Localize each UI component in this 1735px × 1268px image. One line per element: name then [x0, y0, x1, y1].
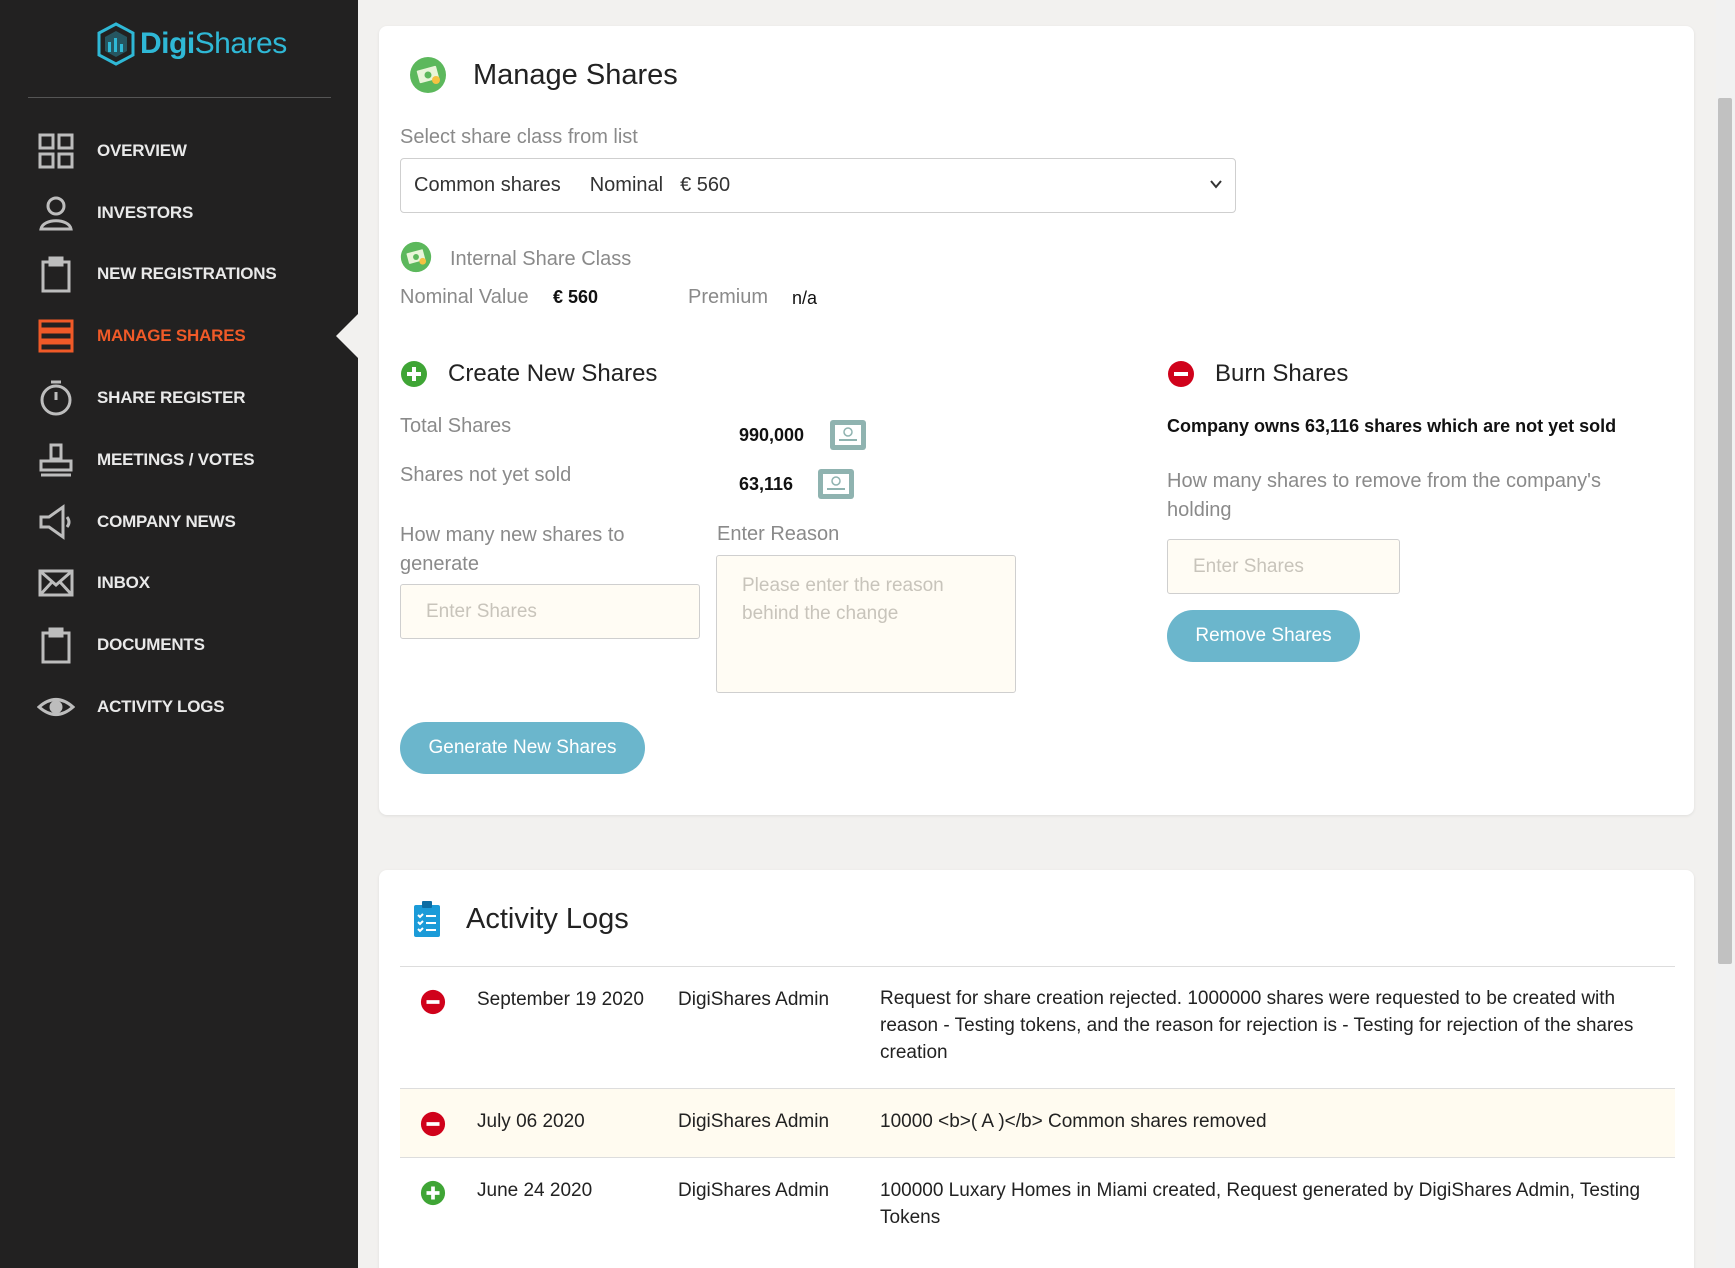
sidebar-item-label: MANAGE SHARES [97, 326, 246, 346]
premium-value: n/a [792, 288, 818, 308]
sidebar: DigiShares OVERVIEW INVESTORS NEW REGIST… [0, 0, 358, 1268]
stamp-icon [37, 441, 75, 479]
select-class-name: Common shares [414, 174, 561, 196]
sidebar-item-inbox[interactable]: INBOX [0, 553, 358, 615]
new-shares-label: How many new shares to generate [400, 524, 625, 575]
select-label: Select share class from list [400, 126, 638, 148]
create-shares-header: Create New Shares [400, 360, 657, 388]
page-scrollbar[interactable] [1716, 0, 1735, 1268]
share-class-name: Internal Share Class [450, 248, 632, 270]
money-icon [410, 57, 446, 93]
sidebar-item-label: NEW REGISTRATIONS [97, 264, 277, 284]
certificate-icon [830, 420, 866, 450]
user-icon [37, 194, 75, 232]
generate-shares-button[interactable]: Generate New Shares [400, 722, 645, 774]
brand-name-light: Shares [194, 27, 288, 60]
log-message: Request for share creation rejected. 100… [880, 988, 1634, 1063]
log-date: June 24 2020 [477, 1180, 593, 1201]
share-class-select[interactable]: Common shares Nominal € 560 [400, 158, 1236, 213]
sidebar-nav: OVERVIEW INVESTORS NEW REGISTRATIONS MAN… [0, 120, 358, 738]
sidebar-item-share-register[interactable]: SHARE REGISTER [0, 367, 358, 429]
remove-shares-label: How many shares to remove from the compa… [1167, 470, 1601, 521]
sidebar-item-investors[interactable]: INVESTORS [0, 182, 358, 244]
remove-shares-button[interactable]: Remove Shares [1167, 610, 1360, 662]
sidebar-item-activity-logs[interactable]: ACTIVITY LOGS [0, 676, 358, 738]
clipboard-icon [37, 626, 75, 664]
minus-circle-icon [1168, 361, 1194, 387]
log-row: July 06 2020 DigiShares Admin 10000 <b>(… [400, 1089, 1675, 1157]
megaphone-icon [37, 503, 75, 541]
burn-shares-title: Burn Shares [1215, 360, 1349, 387]
shares-not-sold-value: 63,116 [739, 474, 794, 494]
sidebar-item-label: MEETINGS / VOTES [97, 449, 255, 469]
manage-shares-card: Manage Shares Select share class from li… [379, 26, 1694, 815]
total-shares-label: Total Shares [400, 415, 512, 437]
new-shares-input[interactable]: Enter Shares [400, 584, 700, 639]
sidebar-item-company-news[interactable]: COMPANY NEWS [0, 491, 358, 553]
sidebar-item-new-registrations[interactable]: NEW REGISTRATIONS [0, 244, 358, 306]
list-icon [37, 317, 75, 355]
remove-shares-input[interactable]: Enter Shares [1167, 539, 1400, 594]
envelope-icon [37, 564, 75, 602]
sidebar-item-label: ACTIVITY LOGS [97, 697, 225, 717]
minus-circle-icon [420, 989, 446, 1015]
chevron-down-icon [1210, 180, 1222, 189]
clipboard-icon [37, 255, 75, 293]
sidebar-item-label: SHARE REGISTER [97, 388, 246, 408]
activity-logs-header: Activity Logs [412, 900, 629, 938]
select-nominal-label: Nominal [589, 174, 664, 196]
log-row: June 24 2020 DigiShares Admin 100000 Lux… [400, 1158, 1675, 1258]
sidebar-item-label: INBOX [97, 573, 150, 593]
checklist-icon [414, 901, 440, 937]
sidebar-item-meetings-votes[interactable]: MEETINGS / VOTES [0, 429, 358, 491]
plus-circle-icon [401, 361, 427, 387]
reason-label: Enter Reason [717, 523, 840, 545]
log-user: DigiShares Admin [678, 989, 830, 1010]
create-shares-title: Create New Shares [448, 360, 658, 387]
select-nominal-amount: € 560 [680, 174, 731, 196]
activity-logs-title: Activity Logs [466, 902, 629, 935]
grid-icon [37, 132, 75, 170]
money-icon [400, 241, 432, 273]
manage-shares-header: Manage Shares [409, 56, 678, 94]
log-user: DigiShares Admin [678, 1180, 830, 1201]
log-date: September 19 2020 [477, 989, 644, 1010]
certificate-icon [818, 469, 854, 499]
log-row: September 19 2020 DigiShares Admin Reque… [400, 967, 1675, 1088]
sidebar-item-label: INVESTORS [97, 202, 194, 222]
log-message: 100000 Luxary Homes in Miami created, Re… [880, 1180, 1641, 1228]
brand-logo[interactable]: DigiShares [96, 22, 287, 66]
reason-textarea[interactable]: Please enter the reason behind the chang… [716, 555, 1016, 693]
minus-circle-icon [420, 1111, 446, 1137]
scrollbar-thumb[interactable] [1718, 98, 1732, 964]
sidebar-item-documents[interactable]: DOCUMENTS [0, 614, 358, 676]
plus-circle-icon [420, 1180, 446, 1206]
sidebar-divider [28, 97, 331, 98]
page-title: Manage Shares [473, 58, 678, 91]
shares-not-sold-label: Shares not yet sold [400, 464, 572, 486]
sidebar-item-manage-shares[interactable]: MANAGE SHARES [0, 305, 358, 367]
sidebar-item-label: COMPANY NEWS [97, 511, 236, 531]
nominal-value: € 560 [553, 287, 599, 307]
eye-icon [37, 688, 75, 726]
log-date: July 06 2020 [477, 1111, 585, 1132]
activity-logs-card: Activity Logs September 19 2020 DigiShar… [379, 870, 1694, 1268]
log-user: DigiShares Admin [678, 1111, 830, 1132]
sidebar-item-label: OVERVIEW [97, 140, 187, 160]
sidebar-item-overview[interactable]: OVERVIEW [0, 120, 358, 182]
stopwatch-icon [37, 379, 75, 417]
brand-name-bold: Digi [140, 27, 195, 60]
premium-label: Premium [688, 286, 769, 308]
total-shares-value: 990,000 [739, 425, 805, 445]
nominal-value-label: Nominal Value [400, 286, 529, 308]
company-owns-text: Company owns 63,116 shares which are not… [1167, 416, 1617, 436]
burn-shares-header: Burn Shares [1167, 360, 1348, 388]
digishares-logo-icon [97, 22, 135, 66]
sidebar-item-label: DOCUMENTS [97, 635, 205, 655]
log-message: 10000 <b>( A )</b> Common shares removed [880, 1111, 1267, 1132]
active-indicator [336, 314, 358, 359]
